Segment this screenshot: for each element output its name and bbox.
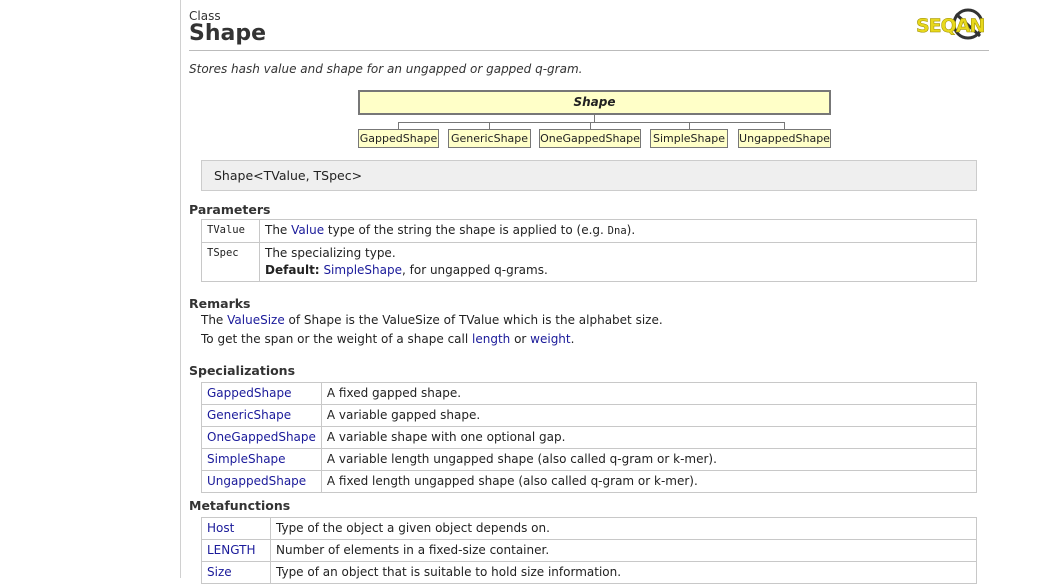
metafunctions-table: Host Type of the object a given object de… <box>201 517 977 584</box>
metafunction-description: Type of an object that is suitable to ho… <box>270 561 977 584</box>
table-row: SimpleShape A variable length ungapped sh… <box>201 448 978 471</box>
logo-text: SEQAN <box>916 15 985 37</box>
specializations-heading: Specializations <box>189 363 296 378</box>
table-row: OneGappedShape A variable shape with one … <box>201 426 978 449</box>
metafunction-link-length[interactable]: LENGTH <box>207 543 255 557</box>
left-divider <box>180 0 181 578</box>
diagram-connector <box>594 115 595 122</box>
param-description: The specializing type. Default: SimpleSha… <box>259 242 977 282</box>
metafunction-description: Number of elements in a fixed-size conta… <box>270 539 977 562</box>
table-row: Size Type of an object that is suitable t… <box>201 561 977 584</box>
inheritance-diagram: Shape GappedShape GenericShape OneGapped… <box>358 90 831 150</box>
default-label: Default: <box>265 263 320 277</box>
param-name: TSpec <box>201 242 260 282</box>
diagram-child-ungappedshape[interactable]: UngappedShape <box>738 129 831 148</box>
simpleshape-link[interactable]: SimpleShape <box>323 263 402 277</box>
header-rule <box>189 50 989 51</box>
table-row: GenericShape A variable gapped shape. <box>201 404 978 427</box>
param-name: TValue <box>201 219 260 243</box>
seqan-logo-icon[interactable]: SEQAN <box>916 8 988 42</box>
diagram-connector <box>689 122 690 129</box>
metafunction-description: Type of the object a given object depend… <box>270 517 977 540</box>
length-link[interactable]: length <box>472 332 510 346</box>
code-dna: Dna <box>607 225 627 237</box>
spec-link-genericshape[interactable]: GenericShape <box>207 408 291 422</box>
spec-description: A fixed gapped shape. <box>320 382 978 405</box>
remark-line: The ValueSize of Shape is the ValueSize … <box>201 313 663 327</box>
page-title: Shape <box>189 21 267 46</box>
valuesize-link[interactable]: ValueSize <box>227 313 285 327</box>
value-link[interactable]: Value <box>291 223 324 237</box>
table-row: TSpec The specializing type. Default: Sim… <box>201 242 977 282</box>
metafunction-link-size[interactable]: Size <box>207 565 232 579</box>
spec-link-onegappedshape[interactable]: OneGappedShape <box>207 430 316 444</box>
metafunction-link-host[interactable]: Host <box>207 521 234 535</box>
diagram-connector <box>590 122 591 129</box>
diagram-child-gappedshape[interactable]: GappedShape <box>358 129 439 148</box>
table-row: GappedShape A fixed gapped shape. <box>201 382 978 405</box>
diagram-child-simpleshape[interactable]: SimpleShape <box>650 129 728 148</box>
spec-link-simpleshape[interactable]: SimpleShape <box>207 452 286 466</box>
table-row: Host Type of the object a given object de… <box>201 517 977 540</box>
diagram-connector <box>784 122 785 129</box>
diagram-connector <box>398 122 785 123</box>
table-row: UngappedShape A fixed length ungapped sha… <box>201 470 978 493</box>
diagram-parent-shape: Shape <box>358 90 831 115</box>
remarks-heading: Remarks <box>189 296 251 311</box>
class-summary: Stores hash value and shape for an ungap… <box>189 62 583 76</box>
spec-description: A fixed length ungapped shape (also call… <box>320 470 978 493</box>
remark-line: To get the span or the weight of a shape… <box>201 332 575 346</box>
metafunctions-heading: Metafunctions <box>189 498 291 513</box>
specializations-table: GappedShape A fixed gapped shape. Generic… <box>201 382 978 493</box>
spec-link-ungappedshape[interactable]: UngappedShape <box>207 474 306 488</box>
class-signature: Shape<TValue, TSpec> <box>201 160 977 191</box>
spec-description: A variable shape with one optional gap. <box>320 426 978 449</box>
spec-description: A variable gapped shape. <box>320 404 978 427</box>
diagram-connector <box>398 122 399 129</box>
param-description: The Value type of the string the shape i… <box>259 219 977 243</box>
diagram-connector <box>489 122 490 129</box>
diagram-child-genericshape[interactable]: GenericShape <box>448 129 531 148</box>
spec-link-gappedshape[interactable]: GappedShape <box>207 386 291 400</box>
spec-description: A variable length ungapped shape (also c… <box>320 448 978 471</box>
diagram-child-onegappedshape[interactable]: OneGappedShape <box>539 129 641 148</box>
table-row: LENGTH Number of elements in a fixed-size… <box>201 539 977 562</box>
parameters-heading: Parameters <box>189 202 271 217</box>
parameters-table: TValue The Value type of the string the … <box>201 219 977 282</box>
weight-link[interactable]: weight <box>530 332 570 346</box>
table-row: TValue The Value type of the string the … <box>201 219 977 243</box>
